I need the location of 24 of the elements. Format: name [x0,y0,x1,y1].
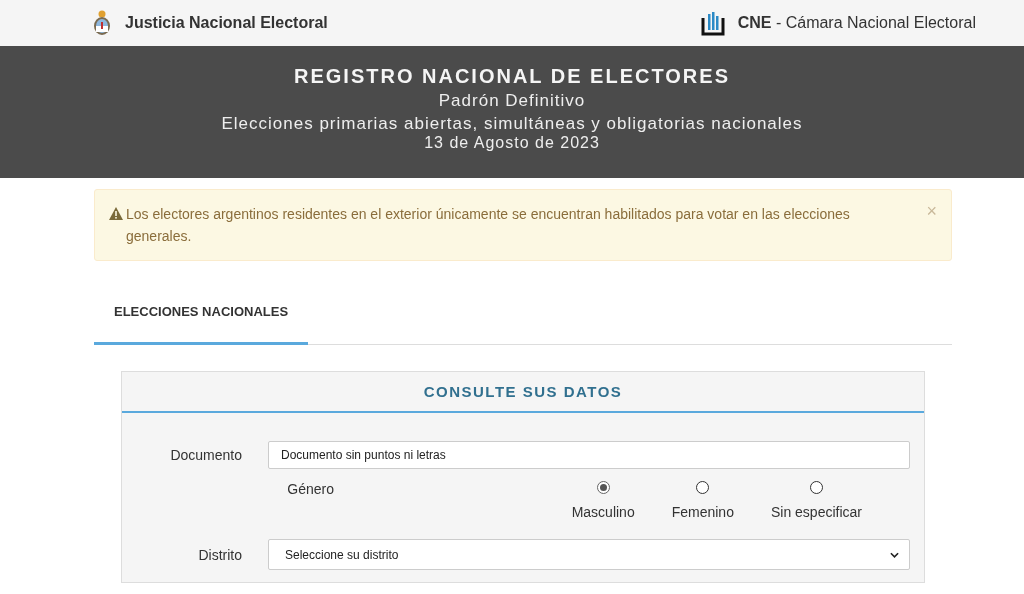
radio-button[interactable] [696,481,710,494]
building-logo-icon [700,10,725,36]
coat-of-arms-icon [92,9,112,37]
district-select[interactable]: Seleccione su distrito [268,539,910,570]
form-title: CONSULTE SUS DATOS [423,383,623,400]
alert-message: Los electores argentinos residentes en el exterior únicamente se encuentran habilitados para votar en las elecciones generales. [126,205,851,246]
radio-label[interactable]: Masculino [571,504,635,520]
radio-label[interactable]: Sin especificar [770,504,862,520]
chevron-down-icon [890,551,899,558]
radio-button[interactable] [809,481,823,494]
banner-title: REGISTRO NACIONAL DE ELECTORES [293,65,731,88]
banner-subtitle: Padrón Definitivo [437,91,587,111]
tab[interactable]: ELECCIONES NACIONALES [94,291,309,345]
field-label: Distrito [197,546,242,563]
radio-button[interactable] [596,481,610,494]
field-label: Documento [169,447,242,463]
radio-label[interactable]: Femenino [671,504,734,520]
document-field[interactable]: Documento sin puntos ni letras [268,441,910,469]
cne-title[interactable]: CNE - Cámara Nacional Electoral [737,14,976,32]
election-date: 13 de Agosto de 2023 [423,134,601,151]
site-title[interactable]: Justicia Nacional Electoral [125,14,328,32]
election-name: Elecciones primarias abiertas, simultáneas y obligatorias nacionales [220,114,804,134]
warning-icon [109,207,123,220]
field-label: Género [286,481,334,497]
